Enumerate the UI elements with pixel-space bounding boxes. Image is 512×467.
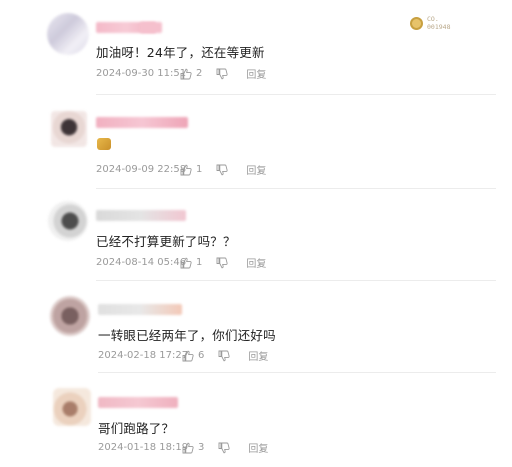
thumbs-up-icon (182, 442, 194, 453)
dislike-button[interactable] (216, 257, 232, 269)
comment-item: 一转眼已经两年了，你们还好吗 2024-02-18 17:27 6 回复 (0, 284, 512, 364)
thumbs-up-icon (180, 68, 192, 79)
divider (96, 280, 496, 281)
reply-button[interactable]: 回复 (246, 66, 266, 81)
avatar[interactable] (47, 13, 89, 55)
comment-meta: 2024-01-18 18:19 3 回复 (98, 440, 268, 455)
like-count: 6 (198, 350, 205, 361)
comment-date: 2024-09-30 11:51 (96, 68, 187, 79)
like-count: 3 (198, 442, 205, 453)
thumbs-down-icon (216, 68, 228, 79)
dislike-button[interactable] (216, 164, 232, 176)
avatar[interactable] (48, 201, 88, 241)
reply-button[interactable]: 回复 (246, 162, 266, 177)
divider (98, 372, 496, 373)
avatar[interactable] (50, 296, 90, 336)
thumbs-down-icon (218, 442, 230, 453)
thumbs-down-icon (218, 350, 230, 361)
comment-item: 已经不打算更新了吗？？ 2024-08-14 05:46 1 回复 (0, 190, 512, 270)
comment-date: 2024-08-14 05:46 (96, 257, 187, 268)
username[interactable] (98, 304, 182, 315)
dislike-button[interactable] (218, 442, 234, 454)
comment-meta: 2024-08-14 05:46 1 回复 (96, 255, 266, 270)
like-count: 2 (196, 68, 203, 79)
like-button[interactable]: 6 (182, 350, 204, 362)
like-count: 1 (196, 257, 203, 268)
medal-icon (410, 16, 423, 30)
comment-date: 2024-09-09 22:58 (96, 164, 187, 175)
comment-meta: 2024-02-18 17:27 6 回复 (98, 348, 268, 363)
comment-text: 哥们跑路了？ (98, 421, 175, 436)
avatar[interactable] (51, 111, 87, 147)
dislike-button[interactable] (216, 68, 232, 80)
comment-date: 2024-01-18 18:19 (98, 442, 189, 453)
username[interactable] (96, 117, 188, 128)
reply-button[interactable]: 回复 (248, 440, 268, 455)
comment-meta: 2024-09-30 11:51 2 回复 (96, 66, 266, 81)
divider (96, 188, 496, 189)
thumbs-up-icon (180, 164, 192, 175)
thumbs-down-icon (216, 257, 228, 268)
sticker-icon (97, 138, 111, 150)
dislike-button[interactable] (218, 350, 234, 362)
like-button[interactable]: 2 (180, 68, 202, 80)
badge-line-2: 001948 (427, 23, 451, 31)
username[interactable] (96, 210, 186, 221)
badge-line-1: CO. (427, 15, 439, 23)
comment-meta: 2024-09-09 22:58 1 回复 (96, 162, 266, 177)
divider (96, 94, 496, 95)
like-button[interactable]: 1 (180, 164, 202, 176)
comment-item: 哥们跑路了？ 2024-01-18 18:19 3 回复 (0, 376, 512, 456)
thumbs-down-icon (216, 164, 228, 175)
like-count: 1 (196, 164, 203, 175)
reply-button[interactable]: 回复 (246, 255, 266, 270)
username[interactable] (98, 397, 178, 408)
username (140, 22, 162, 33)
fan-badge: CO. 001948 (410, 12, 468, 34)
comment-date: 2024-02-18 17:27 (98, 350, 189, 361)
comment-text: 已经不打算更新了吗？？ (96, 234, 236, 249)
comment-text: 一转眼已经两年了，你们还好吗 (98, 328, 276, 343)
like-button[interactable]: 1 (180, 257, 202, 269)
comment-item: 2024-09-09 22:58 1 回复 (0, 97, 512, 177)
comment-item: 加油呀！24年了，还在等更新 2024-09-30 11:51 2 回复 CO.… (0, 0, 512, 81)
like-button[interactable]: 3 (182, 442, 204, 454)
comment-text: 加油呀！24年了，还在等更新 (96, 45, 265, 60)
thumbs-up-icon (180, 257, 192, 268)
avatar[interactable] (53, 388, 91, 426)
thumbs-up-icon (182, 350, 194, 361)
reply-button[interactable]: 回复 (248, 348, 268, 363)
